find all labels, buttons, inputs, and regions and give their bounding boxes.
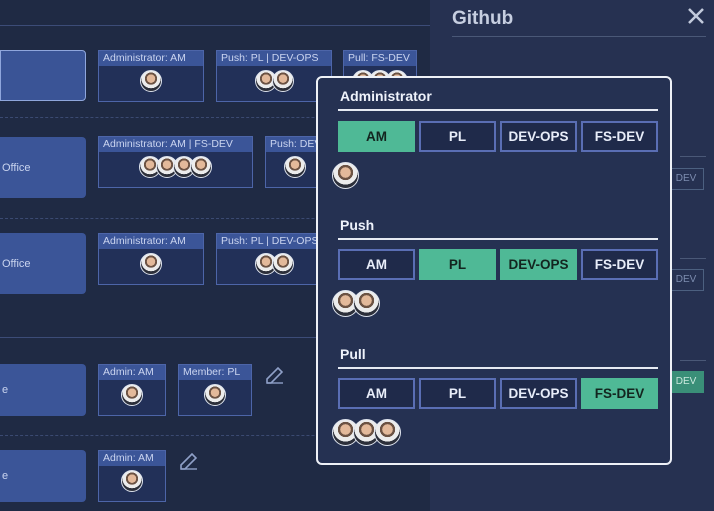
role-chip[interactable]: DEV-OPS bbox=[500, 378, 577, 409]
badge-title: Administrator: AM bbox=[99, 234, 203, 249]
close-icon[interactable] bbox=[686, 6, 706, 26]
panel-divider bbox=[680, 156, 706, 157]
app-card[interactable]: Office bbox=[0, 233, 86, 294]
chip-ghost: DEV bbox=[668, 269, 704, 291]
role-chip[interactable]: FS-DEV bbox=[581, 121, 658, 152]
top-divider bbox=[0, 25, 430, 26]
avatar bbox=[140, 253, 162, 275]
chip-ghost: DEV bbox=[668, 168, 704, 190]
permissions-popup: Administrator AM PL DEV-OPS FS-DEV Push … bbox=[316, 76, 672, 465]
role-chip[interactable]: AM bbox=[338, 121, 415, 152]
member-avatars bbox=[332, 162, 359, 189]
avatar bbox=[140, 70, 162, 92]
role-chip[interactable]: DEV-OPS bbox=[500, 249, 577, 280]
avatar bbox=[284, 156, 306, 178]
permission-badge[interactable]: Push: PL | DEV-OPS bbox=[216, 50, 332, 102]
role-chip[interactable]: AM bbox=[338, 249, 415, 280]
avatar bbox=[271, 70, 294, 92]
avatar bbox=[121, 470, 143, 492]
role-chip-row: AM PL DEV-OPS FS-DEV bbox=[338, 249, 662, 280]
permission-badge[interactable]: Administrator: AM bbox=[98, 233, 204, 285]
member-avatars bbox=[332, 419, 401, 446]
member-avatars bbox=[332, 290, 380, 317]
panel-divider bbox=[680, 360, 706, 361]
avatar bbox=[374, 419, 401, 446]
chip-ghost: DEV bbox=[668, 371, 704, 393]
edit-icon[interactable] bbox=[177, 449, 201, 473]
badge-title: Administrator: AM bbox=[99, 51, 203, 66]
avatar bbox=[204, 384, 226, 406]
app-label: e bbox=[2, 384, 9, 396]
section-divider bbox=[338, 238, 658, 240]
badge-title: Administrator: AM | FS-DEV bbox=[99, 137, 252, 152]
permission-badge[interactable]: Push: PL | DEV-OPS bbox=[216, 233, 332, 285]
badge-title: Admin: AM bbox=[99, 365, 165, 380]
permission-badge[interactable]: Administrator: AM bbox=[98, 50, 204, 102]
app-label: e bbox=[2, 470, 9, 482]
section-divider bbox=[338, 367, 658, 369]
badge-title: Admin: AM bbox=[99, 451, 165, 466]
app-label: Office bbox=[2, 161, 31, 174]
app-label: Office bbox=[2, 257, 31, 270]
permission-badge[interactable]: Admin: AM bbox=[98, 450, 166, 502]
role-chip[interactable]: PL bbox=[419, 249, 496, 280]
section-divider bbox=[338, 109, 658, 111]
app-card[interactable]: Office bbox=[0, 137, 86, 198]
avatar bbox=[332, 162, 359, 189]
role-chip[interactable]: PL bbox=[419, 378, 496, 409]
panel-divider bbox=[452, 36, 706, 37]
role-chip[interactable]: FS-DEV bbox=[581, 378, 658, 409]
permission-badge[interactable]: Administrator: AM | FS-DEV bbox=[98, 136, 253, 188]
avatar bbox=[190, 156, 212, 178]
section-title: Pull bbox=[340, 346, 366, 362]
panel-title: Github bbox=[452, 8, 514, 29]
badge-title: Push: PL | DEV-OPS bbox=[217, 234, 331, 249]
role-chip[interactable]: DEV-OPS bbox=[500, 121, 577, 152]
app-card[interactable]: e bbox=[0, 364, 86, 416]
badge-title: Pull: FS-DEV bbox=[344, 51, 416, 66]
badge-title: Member: PL bbox=[179, 365, 251, 380]
badge-title: Push: PL | DEV-OPS bbox=[217, 51, 331, 66]
role-chip-row: AM PL DEV-OPS FS-DEV bbox=[338, 378, 662, 409]
panel-divider bbox=[680, 258, 706, 259]
role-chip[interactable]: FS-DEV bbox=[581, 249, 658, 280]
role-chip-row: AM PL DEV-OPS FS-DEV bbox=[338, 121, 662, 152]
app-card[interactable]: e bbox=[0, 450, 86, 502]
role-chip[interactable]: PL bbox=[419, 121, 496, 152]
app-card[interactable] bbox=[0, 50, 86, 101]
avatar bbox=[353, 290, 380, 317]
section-title: Administrator bbox=[340, 88, 432, 104]
avatar bbox=[271, 253, 294, 275]
edit-icon[interactable] bbox=[263, 363, 287, 387]
permission-badge[interactable]: Admin: AM bbox=[98, 364, 166, 416]
role-chip[interactable]: AM bbox=[338, 378, 415, 409]
permission-badge[interactable]: Member: PL bbox=[178, 364, 252, 416]
avatar bbox=[121, 384, 143, 406]
section-title: Push bbox=[340, 217, 375, 233]
